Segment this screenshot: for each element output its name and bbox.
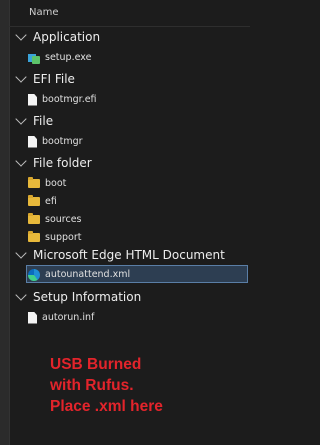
folder-icon (28, 177, 40, 188)
edge-browser-icon (28, 268, 40, 281)
chevron-down-icon[interactable] (15, 155, 27, 167)
chevron-down-icon[interactable] (15, 113, 27, 125)
group-file-folder[interactable]: File folder (15, 153, 92, 173)
group-label: File folder (33, 156, 92, 170)
name-column-header[interactable]: Name (29, 7, 59, 18)
list-item-autorun-inf[interactable]: autorun.inf (28, 308, 94, 327)
file-name: bootmgr (42, 136, 83, 147)
chevron-down-icon[interactable] (15, 289, 27, 301)
chevron-down-icon[interactable] (15, 247, 27, 259)
list-item-autounattend-xml[interactable]: autounattend.xml (28, 265, 130, 284)
settings-file-icon (28, 311, 37, 324)
group-efi-file[interactable]: EFI File (15, 69, 75, 89)
group-label: Application (33, 30, 101, 44)
group-label: Microsoft Edge HTML Document (33, 248, 225, 262)
chevron-down-icon[interactable] (15, 29, 27, 41)
group-edge-html-document[interactable]: Microsoft Edge HTML Document (15, 245, 225, 265)
group-label: EFI File (33, 72, 75, 86)
annotation-text: USB Burned with Rufus. Place .xml here (50, 354, 240, 417)
folder-name: efi (45, 196, 57, 207)
list-item-bootmgr-efi[interactable]: bootmgr.efi (28, 90, 97, 109)
group-file[interactable]: File (15, 111, 54, 131)
file-icon (28, 135, 37, 148)
chevron-down-icon[interactable] (15, 71, 27, 83)
file-icon (28, 93, 37, 106)
annotation-line-3: Place .xml here (50, 398, 163, 415)
folder-name: sources (45, 214, 82, 225)
file-name: autorun.inf (42, 312, 95, 323)
column-header: Name (9, 0, 250, 27)
folder-icon (28, 195, 40, 206)
group-application[interactable]: Application (15, 27, 101, 47)
list-item-folder-efi[interactable]: efi (28, 192, 57, 211)
folder-icon (28, 213, 40, 224)
list-item-folder-boot[interactable]: boot (28, 174, 66, 193)
folder-name: support (45, 232, 82, 243)
list-item-folder-sources[interactable]: sources (28, 210, 82, 229)
group-label: File (33, 114, 54, 128)
list-item-setup-exe[interactable]: setup.exe (28, 48, 91, 67)
list-item-bootmgr[interactable]: bootmgr (28, 132, 83, 151)
group-setup-information[interactable]: Setup Information (15, 287, 142, 307)
file-name: bootmgr.efi (42, 94, 97, 105)
folder-icon (28, 231, 40, 242)
file-name: autounattend.xml (45, 269, 131, 280)
group-label: Setup Information (33, 290, 142, 304)
file-name: setup.exe (45, 52, 92, 63)
folder-name: boot (45, 178, 67, 189)
application-icon (28, 52, 40, 64)
annotation-line-2: with Rufus. (50, 377, 134, 394)
annotation-line-1: USB Burned (50, 356, 142, 373)
navigation-pane-edge (0, 0, 10, 445)
